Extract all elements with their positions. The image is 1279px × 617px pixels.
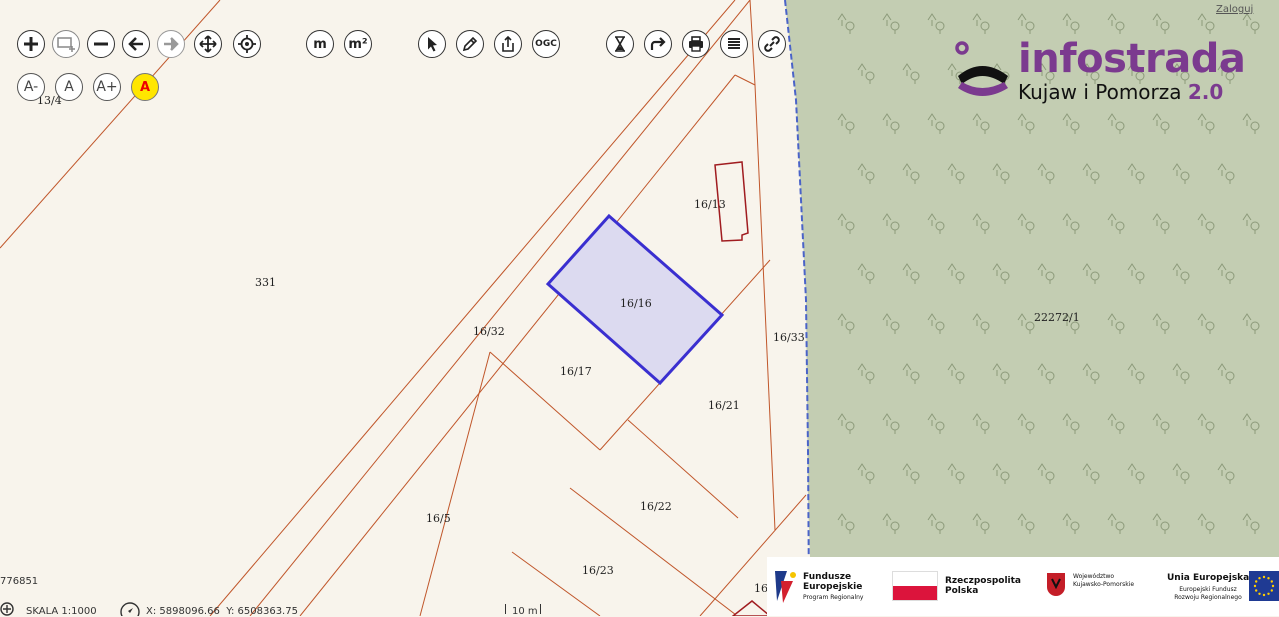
- parcel-label: 16/5: [426, 512, 451, 525]
- ogc-button[interactable]: OGC: [532, 30, 560, 58]
- zoom-scale-icon: [0, 602, 14, 616]
- forward-button[interactable]: [157, 30, 185, 58]
- measure-length-label: m: [313, 36, 327, 52]
- link-icon: [764, 36, 780, 52]
- locate-button[interactable]: [233, 30, 261, 58]
- font-normal-button[interactable]: A: [55, 73, 83, 101]
- export-button[interactable]: [494, 30, 522, 58]
- ue-title: Unia Europejska: [1167, 573, 1250, 583]
- font-contrast-button[interactable]: A: [131, 73, 159, 101]
- font-larger-label: A+: [96, 79, 118, 95]
- parcel-label: 16/21: [708, 399, 740, 412]
- back-button[interactable]: [122, 30, 150, 58]
- layers-icon: [728, 38, 740, 49]
- font-smaller-label: A-: [23, 79, 39, 95]
- parcel-label: 22272/1: [1034, 311, 1080, 324]
- hourglass-icon: [615, 36, 625, 52]
- pan-button[interactable]: [194, 30, 222, 58]
- fe-subtitle: Program Regionalny: [803, 594, 864, 601]
- zoom-rect-icon: [57, 37, 75, 52]
- logo-brand: infostrada: [1018, 36, 1246, 82]
- parcel-label: 16/23: [582, 564, 614, 577]
- layers-button[interactable]: [720, 30, 748, 58]
- redirect-button[interactable]: [644, 30, 672, 58]
- scale-readout: SKALA 1:1000: [26, 606, 97, 617]
- font-larger-button[interactable]: A+: [93, 73, 121, 101]
- parcel-label: 331: [255, 276, 276, 289]
- parcel-label: 16: [754, 582, 768, 595]
- infostrada-logo-icon: [955, 41, 1008, 96]
- rp-label: Rzeczpospolita Polska: [945, 576, 1021, 596]
- parcel-label: 16/17: [560, 365, 592, 378]
- redirect-arrow-icon: [650, 37, 666, 50]
- logo-subtitle: Kujaw i Pomorza 2.0: [1018, 80, 1223, 104]
- parcel-label: 16/32: [473, 325, 505, 338]
- plus-icon: [24, 37, 38, 51]
- login-link[interactable]: Zaloguj: [1216, 4, 1253, 15]
- coordinate-readout: X: 5898096.66 Y: 6508363.75: [146, 606, 298, 617]
- minus-icon: [94, 42, 108, 46]
- font-contrast-label: A: [139, 79, 151, 95]
- fundusze-europejskie-icon: [775, 571, 796, 603]
- woj-label: Województwo Kujawsko-Pomorskie: [1073, 573, 1135, 588]
- polish-flag: [892, 571, 938, 601]
- zoom-box-button[interactable]: [52, 30, 80, 58]
- print-button[interactable]: [682, 30, 710, 58]
- ue-subtitle: Europejski Fundusz Rozwoju Regionalnego: [1174, 586, 1242, 601]
- arrow-left-icon: [128, 37, 143, 51]
- select-button[interactable]: [418, 30, 446, 58]
- pointer-icon: [428, 37, 437, 52]
- infostrada-logo: infostrada Kujaw i Pomorza 2.0: [952, 36, 1252, 106]
- compass-icon: [120, 602, 140, 616]
- logo-version: 2.0: [1187, 80, 1224, 104]
- move-icon: [199, 35, 217, 53]
- logo-subtitle-text: Kujaw i Pomorza: [1018, 80, 1182, 104]
- parcel-label: 16/22: [640, 500, 672, 513]
- measure-area-button[interactable]: m²: [344, 30, 372, 58]
- zoom-out-button[interactable]: [87, 30, 115, 58]
- share-icon: [502, 35, 514, 52]
- eu-funding-bar: Fundusze Europejskie Program Regionalny …: [767, 557, 1279, 616]
- printer-icon: [689, 36, 703, 52]
- target-icon: [238, 35, 256, 53]
- pencil-icon: [462, 36, 478, 52]
- zoom-in-button[interactable]: [17, 30, 45, 58]
- scalebar: [505, 604, 541, 614]
- eu-flag-icon: [1249, 571, 1279, 601]
- coord-readout-left: 776851: [0, 576, 39, 587]
- fe-title: Fundusze Europejskie: [803, 572, 863, 592]
- arrow-right-icon: [164, 37, 179, 51]
- status-bar: SKALA 1:1000 X: 5898096.66 Y: 6508363.75…: [0, 600, 760, 617]
- measure-area-label: m²: [348, 36, 368, 52]
- parcel-label: 16/13: [694, 198, 726, 211]
- parcel-label: 16/16: [620, 297, 652, 310]
- font-normal-label: A: [64, 79, 74, 95]
- measure-length-button[interactable]: m: [306, 30, 334, 58]
- edit-button[interactable]: [456, 30, 484, 58]
- ogc-label: OGC: [535, 39, 557, 49]
- parcel-label: 16/33: [773, 331, 805, 344]
- hourglass-button[interactable]: [606, 30, 634, 58]
- font-smaller-button[interactable]: A-: [17, 73, 45, 101]
- link-button[interactable]: [758, 30, 786, 58]
- kujawsko-pomorskie-crest-icon: [1047, 573, 1065, 596]
